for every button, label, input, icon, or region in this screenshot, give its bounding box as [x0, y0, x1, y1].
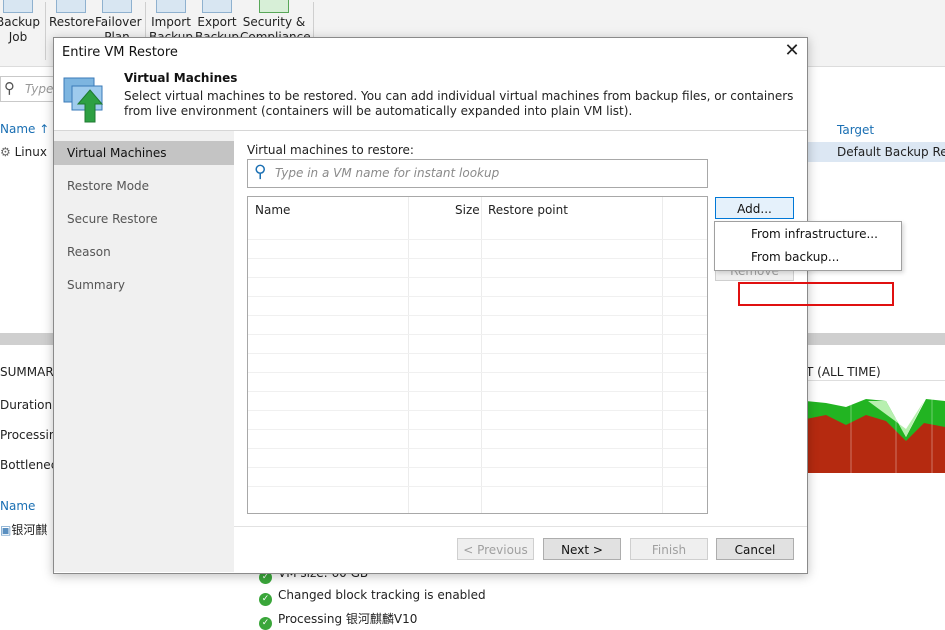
search-icon: ⚲: [254, 162, 267, 182]
table-row[interactable]: ⚙ Linux: [0, 145, 47, 159]
column-divider: [481, 197, 482, 513]
add-dropdown-menu: From infrastructure... From backup...: [714, 221, 902, 271]
vm-icon: ▣: [0, 523, 12, 537]
row-divider: [248, 277, 707, 278]
previous-button[interactable]: < Previous: [457, 538, 534, 560]
background-search-input[interactable]: ⚲ Type: [0, 76, 56, 102]
scrollbar[interactable]: [806, 333, 945, 345]
column-header-name-bottom[interactable]: Name: [0, 499, 35, 513]
row-divider: [248, 391, 707, 392]
entire-vm-restore-dialog: Entire VM Restore ✕ Virtual Machines Sel…: [53, 37, 902, 574]
row-divider: [248, 258, 707, 259]
gear-icon: ⚙: [0, 145, 11, 159]
throughput-chart: [806, 380, 945, 473]
vm-search-input[interactable]: ⚲ Type in a VM name for instant lookup: [247, 159, 708, 188]
all-time-heading: T (ALL TIME): [806, 365, 881, 379]
restore-icon: [56, 0, 86, 13]
wizard-steps: Virtual Machines Restore Mode Secure Res…: [54, 131, 234, 572]
status-item: ✓ Changed block tracking is enabled: [259, 588, 486, 606]
column-header-name[interactable]: Name ↑: [0, 122, 49, 136]
column-header-target[interactable]: Target: [837, 123, 874, 137]
menu-item-from-backup[interactable]: From backup...: [716, 246, 900, 268]
wizard-step-summary[interactable]: Summary: [54, 273, 234, 297]
row-target-value: Default Backup Repo: [837, 145, 945, 159]
row-divider: [248, 296, 707, 297]
virtual-machines-icon: [62, 72, 110, 124]
header-description: Select virtual machines to be restored. …: [124, 89, 794, 118]
search-icon: ⚲: [4, 79, 15, 97]
shield-check-icon: [259, 0, 289, 13]
backup-job-icon: [3, 0, 33, 13]
row-divider: [248, 334, 707, 335]
row-divider: [248, 410, 707, 411]
finish-button[interactable]: Finish: [630, 538, 708, 560]
scrollbar[interactable]: [0, 333, 53, 345]
column-divider: [408, 197, 409, 513]
next-button[interactable]: Next >: [543, 538, 621, 560]
dialog-title: Entire VM Restore: [62, 45, 178, 60]
vm-table[interactable]: Name Size Restore point: [247, 196, 708, 514]
failover-plan-icon: [102, 0, 132, 13]
row-divider: [248, 239, 707, 240]
row-divider: [248, 448, 707, 449]
backup-job-button[interactable]: Backup Job: [0, 0, 40, 60]
wizard-step-restore-mode[interactable]: Restore Mode: [54, 174, 234, 198]
ribbon-separator: [45, 2, 46, 60]
wizard-step-reason[interactable]: Reason: [54, 240, 234, 264]
column-header-name[interactable]: Name: [255, 203, 290, 217]
menu-item-from-infrastructure[interactable]: From infrastructure...: [716, 223, 900, 245]
throughput-chart-graphic: [806, 381, 945, 473]
export-backup-icon: [202, 0, 232, 13]
cancel-button[interactable]: Cancel: [716, 538, 794, 560]
row-divider: [248, 372, 707, 373]
column-header-size[interactable]: Size: [455, 203, 480, 217]
add-button[interactable]: Add...: [715, 197, 794, 219]
close-icon[interactable]: ✕: [782, 41, 802, 61]
row-divider: [248, 429, 707, 430]
status-item: ✓ Processing 银河麒麟V10: [259, 610, 417, 630]
row-divider: [248, 315, 707, 316]
wizard-step-secure-restore[interactable]: Secure Restore: [54, 207, 234, 231]
import-backup-icon: [156, 0, 186, 13]
column-divider: [662, 197, 663, 513]
row-divider: [248, 467, 707, 468]
header-title: Virtual Machines: [124, 71, 238, 85]
row-divider: [248, 353, 707, 354]
wizard-step-virtual-machines[interactable]: Virtual Machines: [54, 141, 234, 165]
red-highlight-box: [738, 282, 894, 306]
content-area: Virtual machines to restore: ⚲ Type in a…: [234, 131, 807, 527]
column-header-restore-point[interactable]: Restore point: [488, 203, 568, 217]
duration-label: Duration:: [0, 398, 57, 412]
row-divider: [248, 486, 707, 487]
list-item[interactable]: ▣银河麒: [0, 521, 47, 538]
summary-heading: SUMMARY: [0, 365, 61, 379]
footer-divider: [234, 526, 807, 527]
vm-list-label: Virtual machines to restore:: [247, 143, 414, 157]
search-placeholder: Type in a VM name for instant lookup: [275, 166, 500, 180]
check-circle-icon: ✓: [259, 593, 272, 606]
chart-area-red: [806, 415, 945, 473]
